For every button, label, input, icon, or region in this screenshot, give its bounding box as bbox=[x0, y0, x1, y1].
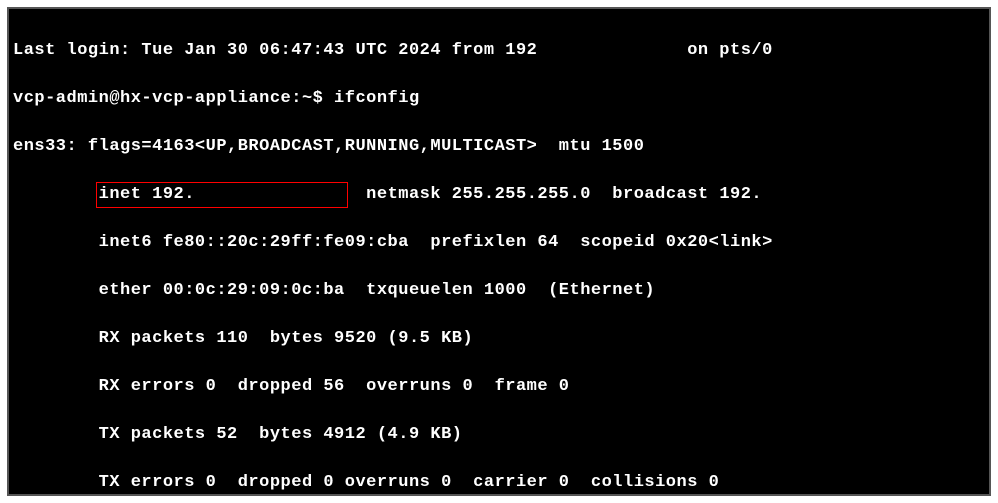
inet-indent bbox=[13, 185, 99, 204]
inet-address-highlight: inet 192. bbox=[96, 182, 348, 208]
inet-line: inet 192. netmask 255.255.255.0 broadcas… bbox=[13, 183, 989, 207]
prompt-ifconfig: vcp-admin@hx-vcp-appliance:~$ ifconfig bbox=[13, 87, 989, 111]
inet6-line: inet6 fe80::20c:29ff:fe09:cba prefixlen … bbox=[13, 231, 989, 255]
tx-errors-ens33: TX errors 0 dropped 0 overruns 0 carrier… bbox=[13, 471, 989, 495]
rx-packets-ens33: RX packets 110 bytes 9520 (9.5 KB) bbox=[13, 327, 989, 351]
inet-rest: netmask 255.255.255.0 broadcast 192. bbox=[345, 185, 762, 204]
tx-packets-ens33: TX packets 52 bytes 4912 (4.9 KB) bbox=[13, 423, 989, 447]
iface-ens33-header: ens33: flags=4163<UP,BROADCAST,RUNNING,M… bbox=[13, 135, 989, 159]
rx-errors-ens33: RX errors 0 dropped 56 overruns 0 frame … bbox=[13, 375, 989, 399]
ether-line: ether 00:0c:29:09:0c:ba txqueuelen 1000 … bbox=[13, 279, 989, 303]
terminal-window[interactable]: Last login: Tue Jan 30 06:47:43 UTC 2024… bbox=[7, 7, 991, 496]
last-login-line: Last login: Tue Jan 30 06:47:43 UTC 2024… bbox=[13, 39, 989, 63]
